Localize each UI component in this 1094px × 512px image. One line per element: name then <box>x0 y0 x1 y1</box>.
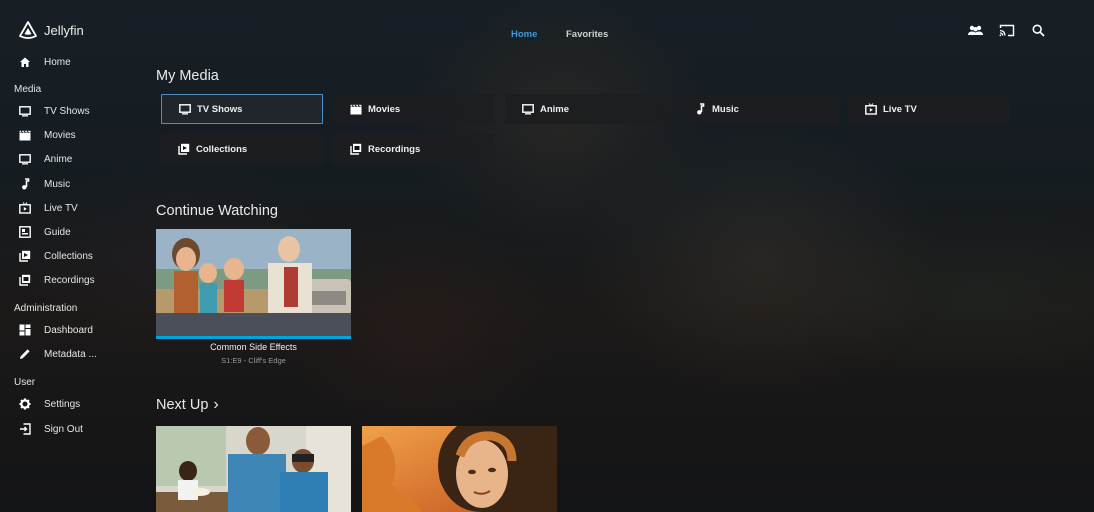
sidebar-item-label: Dashboard <box>44 324 93 336</box>
edit-icon <box>18 347 32 361</box>
tv-icon <box>521 103 534 115</box>
sidebar-item-guide[interactable]: Guide <box>18 223 71 241</box>
sidebar-item-label: Live TV <box>44 202 78 214</box>
sidebar-item-dashboard[interactable]: Dashboard <box>18 321 93 339</box>
sidebar-item-movies[interactable]: Movies <box>18 126 76 144</box>
next-up-card-thumbnail[interactable] <box>362 426 557 512</box>
media-button-tv-shows[interactable]: TV Shows <box>161 94 323 124</box>
sidebar-item-label: Anime <box>44 153 73 165</box>
sidebar-item-label: Music <box>44 178 71 190</box>
tab-home[interactable]: Home <box>511 29 537 40</box>
continue-watching-title[interactable]: Common Side Effects <box>156 342 351 352</box>
app-logo[interactable]: Jellyfin <box>18 20 84 40</box>
guide-icon <box>18 225 32 239</box>
sidebar-item-label: Collections <box>44 250 93 262</box>
collections-icon <box>18 249 32 263</box>
media-button-label: Music <box>712 103 739 115</box>
tab-favorites[interactable]: Favorites <box>566 29 608 40</box>
chevron-right-icon: › <box>213 396 219 413</box>
episode-thumbnail-image <box>156 426 351 512</box>
next-up-card-thumbnail[interactable] <box>156 426 351 512</box>
recordings-icon <box>18 273 32 287</box>
tv-icon <box>178 103 191 115</box>
section-title-next-up[interactable]: Next Up › <box>156 396 219 414</box>
media-button-music[interactable]: Music <box>677 94 839 124</box>
section-title-my-media: My Media <box>156 68 219 84</box>
continue-watching-subtitle: S1:E9 - Cliff's Edge <box>221 356 286 365</box>
sidebar-item-collections[interactable]: Collections <box>18 247 93 265</box>
media-button-movies[interactable]: Movies <box>333 94 495 124</box>
sidebar-item-music[interactable]: Music <box>18 175 70 193</box>
sidebar-item-sign-out[interactable]: Sign Out <box>18 420 83 438</box>
media-button-label: Collections <box>196 143 248 155</box>
media-button-recordings[interactable]: Recordings <box>333 134 495 164</box>
media-button-label: Movies <box>368 103 401 115</box>
next-up-label: Next Up <box>156 397 209 413</box>
sidebar-item-label: Metadata ... <box>44 348 97 360</box>
media-button-collections[interactable]: Collections <box>161 134 323 164</box>
users-icon[interactable] <box>966 22 984 38</box>
sidebar-item-label: Recordings <box>44 274 95 286</box>
sidebar-item-label: TV Shows <box>44 105 90 117</box>
sign-out-icon <box>18 422 32 436</box>
sidebar-item-tv-shows[interactable]: TV Shows <box>18 102 90 120</box>
sidebar-section-user: User <box>14 377 36 388</box>
home-icon <box>18 55 32 69</box>
sidebar-item-label: Guide <box>44 226 71 238</box>
sidebar-item-home[interactable]: Home <box>18 53 71 71</box>
sidebar-item-recordings[interactable]: Recordings <box>18 271 95 289</box>
jellyfin-logo-icon <box>19 21 37 39</box>
section-title-continue-watching: Continue Watching <box>156 203 278 219</box>
film-icon <box>349 103 362 115</box>
music-note-icon <box>18 177 32 191</box>
tv-icon <box>18 104 32 118</box>
sidebar: Jellyfin Home Media TV Shows Movies Anim… <box>0 0 120 512</box>
media-button-live-tv[interactable]: Live TV <box>848 94 1010 124</box>
sidebar-item-label: Settings <box>44 398 81 410</box>
search-icon[interactable] <box>1029 22 1047 38</box>
music-note-icon <box>693 103 706 115</box>
sidebar-item-metadata[interactable]: Metadata ... <box>18 345 97 363</box>
media-button-label: Recordings <box>368 143 421 155</box>
sidebar-item-label: Home <box>44 56 71 68</box>
media-button-label: TV Shows <box>197 103 243 115</box>
app-name: Jellyfin <box>44 22 84 38</box>
sidebar-item-label: Movies <box>44 129 76 141</box>
media-button-anime[interactable]: Anime <box>505 94 667 124</box>
dashboard-icon <box>18 323 32 337</box>
cast-icon[interactable] <box>998 22 1016 38</box>
media-button-label: Live TV <box>883 103 917 115</box>
watch-progress-bar <box>156 336 351 339</box>
sidebar-item-settings[interactable]: Settings <box>18 395 80 413</box>
gear-icon <box>18 397 32 411</box>
collections-icon <box>177 143 190 155</box>
sidebar-section-media: Media <box>14 84 42 95</box>
tv-icon <box>18 152 32 166</box>
sidebar-item-label: Sign Out <box>44 423 83 435</box>
film-icon <box>18 128 32 142</box>
live-tv-icon <box>864 103 877 115</box>
episode-thumbnail-image <box>156 229 351 336</box>
live-tv-icon <box>18 201 32 215</box>
sidebar-section-administration: Administration <box>14 303 78 314</box>
media-button-label: Anime <box>540 103 570 115</box>
sidebar-item-anime[interactable]: Anime <box>18 150 72 168</box>
episode-thumbnail-image <box>362 426 557 512</box>
watch-progress-fill <box>156 336 351 339</box>
recordings-icon <box>349 143 362 155</box>
sidebar-item-live-tv[interactable]: Live TV <box>18 199 78 217</box>
continue-watching-card-thumbnail[interactable] <box>156 229 351 336</box>
